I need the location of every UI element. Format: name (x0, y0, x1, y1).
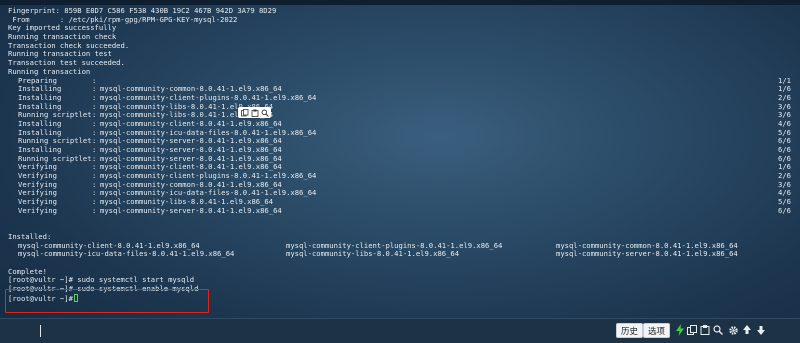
output-line: Running transaction (8, 66, 91, 76)
selection-toolbar (238, 107, 271, 118)
download-icon[interactable] (755, 324, 767, 336)
transaction-package: mysql-community-server-8.0.41-1.el9.x86_… (100, 205, 282, 215)
search-icon[interactable] (712, 324, 724, 336)
transaction-row: Verifying: mysql-community-server-8.0.41-… (8, 205, 793, 216)
paste-icon[interactable] (699, 324, 711, 336)
highlight-box (5, 289, 209, 313)
installed-package: mysql-community-server-8.0.41-1.el9.x86_… (556, 249, 738, 259)
separator: : (92, 205, 97, 215)
installed-row: mysql-community-icu-data-files-8.0.41-1.… (8, 250, 793, 259)
options-button[interactable]: 选项 (643, 323, 671, 338)
input-caret (40, 325, 41, 337)
installed-package: mysql-community-icu-data-files-8.0.41-1.… (18, 249, 235, 259)
lightning-icon[interactable] (674, 324, 686, 336)
top-strip (0, 0, 800, 5)
output-line: From : /etc/pki/rpm-gpg/RPM-GPG-KEY-mysq… (8, 14, 238, 24)
output-line: Running transaction test (8, 49, 112, 59)
output-line: Transaction test succeeded. (8, 58, 125, 68)
terminal-output[interactable]: Fingerprint: 859B E8D7 C586 F538 430B 19… (8, 6, 793, 317)
search-icon[interactable] (260, 107, 269, 118)
paste-icon[interactable] (250, 107, 259, 118)
gear-icon[interactable] (727, 324, 739, 336)
upload-icon[interactable] (741, 324, 753, 336)
transaction-count: 6/6 (778, 205, 791, 215)
history-button[interactable]: 历史 (616, 323, 644, 338)
output-line: Transaction check succeeded. (8, 40, 130, 50)
copy-icon[interactable] (686, 324, 698, 336)
output-line: Key imported successfully (8, 23, 117, 33)
command-input-bar[interactable]: 历史 选项 (0, 318, 800, 343)
transaction-action: Verifying (18, 205, 57, 215)
copy-icon[interactable] (240, 107, 249, 118)
installed-package: mysql-community-libs-8.0.41-1.el9.x86_64 (286, 249, 460, 259)
